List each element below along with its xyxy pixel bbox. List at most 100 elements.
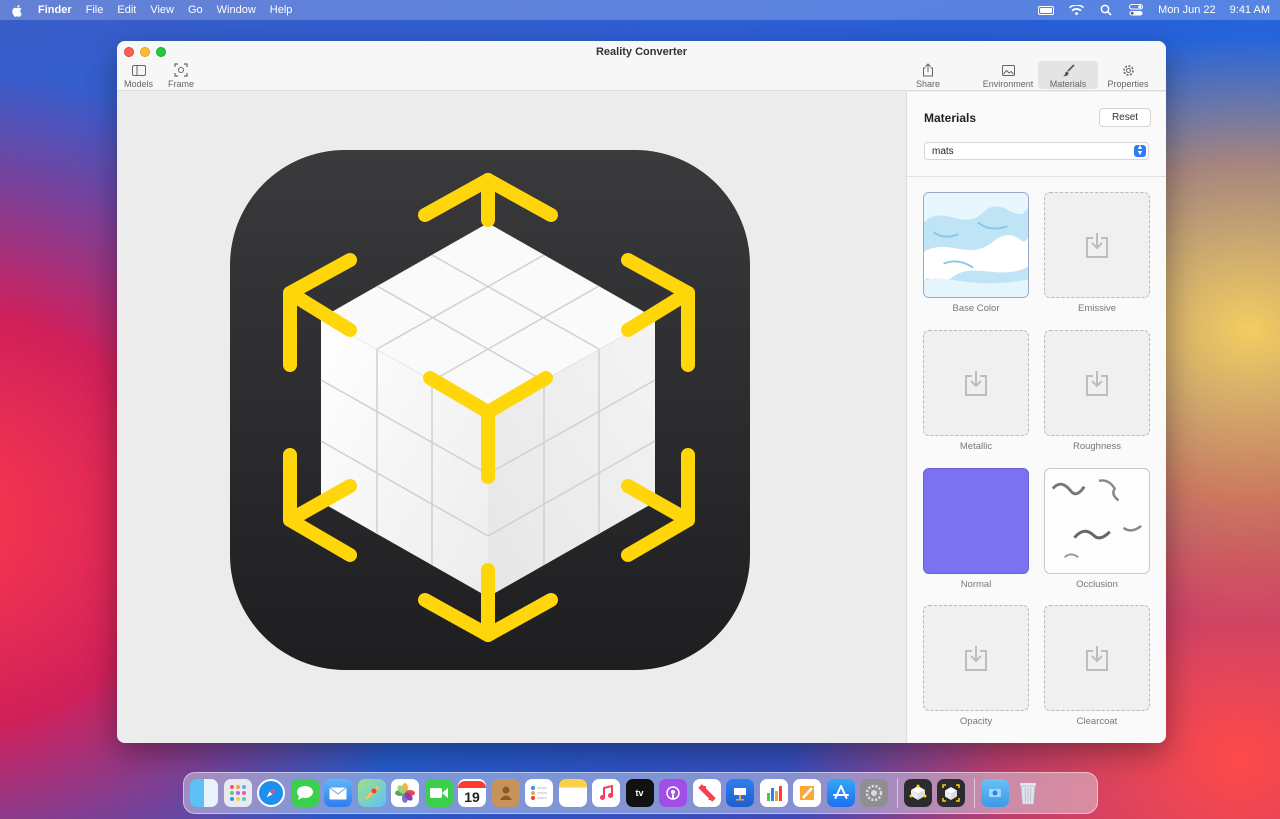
menu-finder[interactable]: Finder xyxy=(38,4,72,16)
slot-label: Occlusion xyxy=(1076,579,1118,590)
base-color-texture[interactable] xyxy=(923,192,1029,298)
spotlight-search-icon[interactable] xyxy=(1098,4,1114,16)
environment-tab[interactable]: Environment xyxy=(978,61,1038,89)
reality-composer-icon[interactable] xyxy=(903,779,932,807)
roughness-drop-target[interactable] xyxy=(1044,330,1150,436)
slot-opacity[interactable]: Opacity xyxy=(923,605,1029,727)
trash-icon[interactable] xyxy=(1014,779,1042,807)
properties-tab[interactable]: Properties xyxy=(1098,61,1158,89)
photos-icon[interactable] xyxy=(391,779,419,807)
slot-label: Normal xyxy=(960,579,992,590)
slot-normal[interactable]: Normal xyxy=(923,468,1029,590)
apple-logo-icon[interactable] xyxy=(10,3,24,17)
import-tray-icon xyxy=(1086,646,1108,671)
share-icon xyxy=(920,63,936,77)
share-button[interactable]: Share xyxy=(916,63,940,89)
app-store-icon[interactable] xyxy=(826,779,855,807)
material-select[interactable]: mats ▲ ▼ xyxy=(924,142,1149,160)
slot-clearcoat[interactable]: Clearcoat xyxy=(1044,605,1150,727)
contacts-icon[interactable] xyxy=(491,779,520,807)
calendar-day: 19 xyxy=(464,788,480,805)
slot-label: Emissive xyxy=(1077,303,1116,314)
menu-help[interactable]: Help xyxy=(270,4,293,16)
slot-label: Opacity xyxy=(959,716,993,727)
model-viewport[interactable] xyxy=(117,92,906,743)
frame-label: Frame xyxy=(168,79,195,89)
occlusion-texture[interactable] xyxy=(1044,468,1150,574)
keynote-icon[interactable] xyxy=(726,779,754,807)
calendar-icon[interactable]: 19 xyxy=(458,779,486,807)
menu-go[interactable]: Go xyxy=(188,4,203,16)
inspector-segmented-control: Environment Materials Properties xyxy=(978,61,1158,89)
clearcoat-drop-target[interactable] xyxy=(1044,605,1150,711)
material-select-value: mats xyxy=(932,145,954,157)
podcasts-icon[interactable] xyxy=(659,779,687,807)
finder-icon[interactable] xyxy=(190,779,218,807)
updown-chevron-icon: ▲ ▼ xyxy=(1134,144,1146,157)
properties-label: Properties xyxy=(1107,79,1149,89)
slot-emissive[interactable]: Emissive xyxy=(1044,192,1150,314)
import-tray-icon xyxy=(1086,371,1108,396)
materials-heading: Materials xyxy=(924,111,977,125)
image-icon xyxy=(1000,63,1016,77)
sidebar-toggle-icon xyxy=(131,63,147,77)
tv-icon[interactable]: tv xyxy=(625,779,654,807)
music-icon[interactable] xyxy=(592,779,620,807)
environment-label: Environment xyxy=(982,79,1034,89)
import-tray-icon xyxy=(965,646,987,671)
slot-label: Clearcoat xyxy=(1076,716,1118,727)
maps-icon[interactable] xyxy=(357,779,386,807)
calendar-header xyxy=(458,780,486,788)
numbers-icon[interactable] xyxy=(759,779,788,807)
menu-edit[interactable]: Edit xyxy=(117,4,136,16)
import-tray-icon xyxy=(1086,233,1108,258)
battery-icon[interactable] xyxy=(1038,4,1055,16)
materials-tab[interactable]: Materials xyxy=(1038,61,1098,89)
menubar-date[interactable]: Mon Jun 22 xyxy=(1158,4,1215,16)
menu-window[interactable]: Window xyxy=(217,4,256,16)
menubar-time[interactable]: 9:41 AM xyxy=(1230,4,1270,16)
launchpad-icon[interactable] xyxy=(223,779,252,807)
slot-label: Roughness xyxy=(1072,441,1122,452)
metallic-drop-target[interactable] xyxy=(923,330,1029,436)
menu-view[interactable]: View xyxy=(150,4,174,16)
window-title: Reality Converter xyxy=(595,46,688,58)
emissive-drop-target[interactable] xyxy=(1044,192,1150,298)
divider xyxy=(907,176,1166,177)
frame-button[interactable]: Frame xyxy=(168,63,194,89)
downloads-folder-icon[interactable] xyxy=(980,779,1009,807)
messages-icon[interactable] xyxy=(290,779,319,807)
reality-converter-icon[interactable] xyxy=(937,779,965,807)
slot-base-color[interactable]: Base Color xyxy=(923,192,1029,314)
slot-occlusion[interactable]: Occlusion xyxy=(1044,468,1150,590)
slot-label: Metallic xyxy=(959,441,993,452)
share-label: Share xyxy=(916,79,941,89)
title-bar: Reality Converter Models Frame Share Env… xyxy=(117,41,1166,91)
control-center-icon[interactable] xyxy=(1128,4,1144,16)
safari-icon[interactable] xyxy=(257,779,285,807)
gear-icon xyxy=(1120,63,1136,77)
normal-texture[interactable] xyxy=(923,468,1029,574)
models-label: Models xyxy=(124,79,154,89)
slot-roughness[interactable]: Roughness xyxy=(1044,330,1150,452)
materials-label: Materials xyxy=(1049,79,1087,89)
pages-icon[interactable] xyxy=(793,779,821,807)
frame-icon xyxy=(173,63,189,77)
dock-separator xyxy=(896,778,898,808)
slot-metallic[interactable]: Metallic xyxy=(923,330,1029,452)
models-button[interactable]: Models xyxy=(124,63,153,89)
notes-icon[interactable] xyxy=(558,779,587,807)
menu-file[interactable]: File xyxy=(86,4,104,16)
paintbrush-icon xyxy=(1060,63,1076,77)
facetime-icon[interactable] xyxy=(424,779,453,807)
news-icon[interactable] xyxy=(692,779,721,807)
opacity-drop-target[interactable] xyxy=(923,605,1029,711)
dock-separator xyxy=(973,778,975,808)
reset-button[interactable]: Reset xyxy=(1099,108,1151,127)
reminders-icon[interactable] xyxy=(525,779,553,807)
system-preferences-icon[interactable] xyxy=(860,779,888,807)
reality-converter-cube-icon xyxy=(230,150,750,670)
menu-bar: Finder File Edit View Go Window Help Mon… xyxy=(0,0,1280,20)
mail-icon[interactable] xyxy=(324,779,352,807)
wifi-icon[interactable] xyxy=(1068,4,1084,16)
